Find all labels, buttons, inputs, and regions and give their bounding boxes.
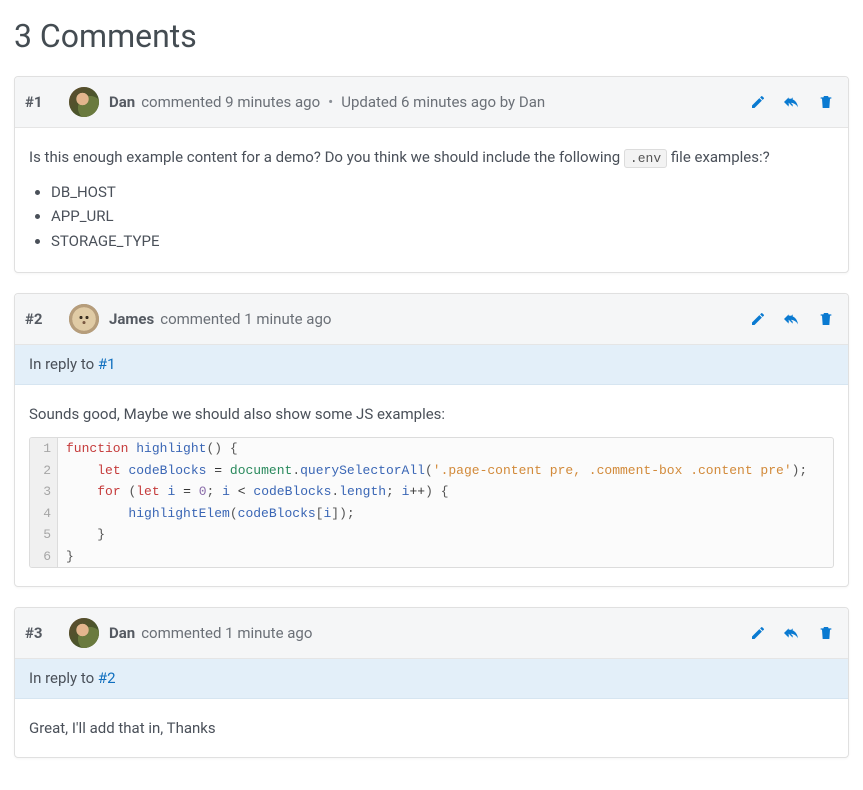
- delete-icon[interactable]: [818, 311, 834, 327]
- edit-icon[interactable]: [750, 625, 766, 641]
- line-number: 2: [30, 460, 58, 482]
- code-line: 5 }: [30, 524, 833, 546]
- line-number: 6: [30, 546, 58, 568]
- edit-icon[interactable]: [750, 94, 766, 110]
- updated-time: Updated 6 minutes ago by Dan: [341, 91, 545, 114]
- line-number: 3: [30, 481, 58, 503]
- list-item: STORAGE_TYPE: [51, 230, 834, 253]
- reply-link[interactable]: #2: [98, 669, 116, 687]
- comment-text: Great, I'll add that in, Thanks: [29, 717, 834, 740]
- comment: #3 Dan commented 1 minute ago In reply to #…: [14, 607, 849, 758]
- list-item: APP_URL: [51, 205, 834, 228]
- inline-code: .env: [624, 149, 667, 168]
- comment-actions: [750, 311, 834, 327]
- comment-body: Sounds good, Maybe we should also show s…: [15, 385, 848, 587]
- reply-icon[interactable]: [784, 94, 800, 110]
- comment-number: #1: [25, 91, 55, 114]
- code-content: function highlight() {: [58, 438, 246, 460]
- comment-number: #3: [25, 622, 55, 645]
- comment-body: Is this enough example content for a dem…: [15, 128, 848, 272]
- comment-header: #3 Dan commented 1 minute ago: [15, 608, 848, 659]
- comment-author: Dan: [109, 622, 135, 645]
- comment-meta: commented 9 minutes ago•Updated 6 minute…: [141, 91, 545, 114]
- comment-meta: commented 1 minute ago: [141, 622, 312, 645]
- comment-header: #2 James commented 1 minute ago: [15, 294, 848, 345]
- code-block: 1function highlight() {2 let codeBlocks …: [29, 437, 834, 568]
- reply-link[interactable]: #1: [98, 355, 116, 373]
- line-number: 1: [30, 438, 58, 460]
- comment-author: James: [109, 308, 154, 331]
- list-item: DB_HOST: [51, 181, 834, 204]
- edit-icon[interactable]: [750, 311, 766, 327]
- delete-icon[interactable]: [818, 625, 834, 641]
- code-content: let codeBlocks = document.querySelectorA…: [58, 460, 815, 482]
- reply-icon[interactable]: [784, 311, 800, 327]
- comment-meta: commented 1 minute ago: [160, 308, 331, 331]
- in-reply-to: In reply to #1: [15, 345, 848, 385]
- avatar: [69, 304, 99, 334]
- code-line: 2 let codeBlocks = document.querySelecto…: [30, 460, 833, 482]
- comment-text: Sounds good, Maybe we should also show s…: [29, 403, 834, 426]
- comment-body: Great, I'll add that in, Thanks: [15, 699, 848, 758]
- comment-header: #1 Dan commented 9 minutes ago•Updated 6 m…: [15, 77, 848, 128]
- comment-text: Is this enough example content for a dem…: [29, 146, 834, 169]
- example-list: DB_HOSTAPP_URLSTORAGE_TYPE: [29, 181, 834, 253]
- comments-container: #1 Dan commented 9 minutes ago•Updated 6 m…: [14, 76, 849, 758]
- comment-actions: [750, 625, 834, 641]
- comment: #1 Dan commented 9 minutes ago•Updated 6 m…: [14, 76, 849, 273]
- code-content: }: [58, 524, 113, 546]
- avatar: [69, 618, 99, 648]
- comment-actions: [750, 94, 834, 110]
- comment-number: #2: [25, 308, 55, 331]
- avatar: [69, 87, 99, 117]
- code-content: }: [58, 546, 82, 568]
- comment: #2 James commented 1 minute ago In reply to…: [14, 293, 849, 587]
- code-content: highlightElem(codeBlocks[i]);: [58, 503, 363, 525]
- commented-time: commented 1 minute ago: [160, 308, 331, 331]
- line-number: 4: [30, 503, 58, 525]
- commented-time: commented 1 minute ago: [141, 622, 312, 645]
- comment-author: Dan: [109, 91, 135, 114]
- page-title: 3 Comments: [14, 12, 849, 60]
- code-line: 6}: [30, 546, 833, 568]
- code-line: 4 highlightElem(codeBlocks[i]);: [30, 503, 833, 525]
- code-content: for (let i = 0; i < codeBlocks.length; i…: [58, 481, 457, 503]
- delete-icon[interactable]: [818, 94, 834, 110]
- line-number: 5: [30, 524, 58, 546]
- in-reply-to: In reply to #2: [15, 659, 848, 699]
- separator-dot: •: [324, 91, 337, 114]
- code-line: 3 for (let i = 0; i < codeBlocks.length;…: [30, 481, 833, 503]
- code-line: 1function highlight() {: [30, 438, 833, 460]
- commented-time: commented 9 minutes ago: [141, 91, 320, 114]
- reply-icon[interactable]: [784, 625, 800, 641]
